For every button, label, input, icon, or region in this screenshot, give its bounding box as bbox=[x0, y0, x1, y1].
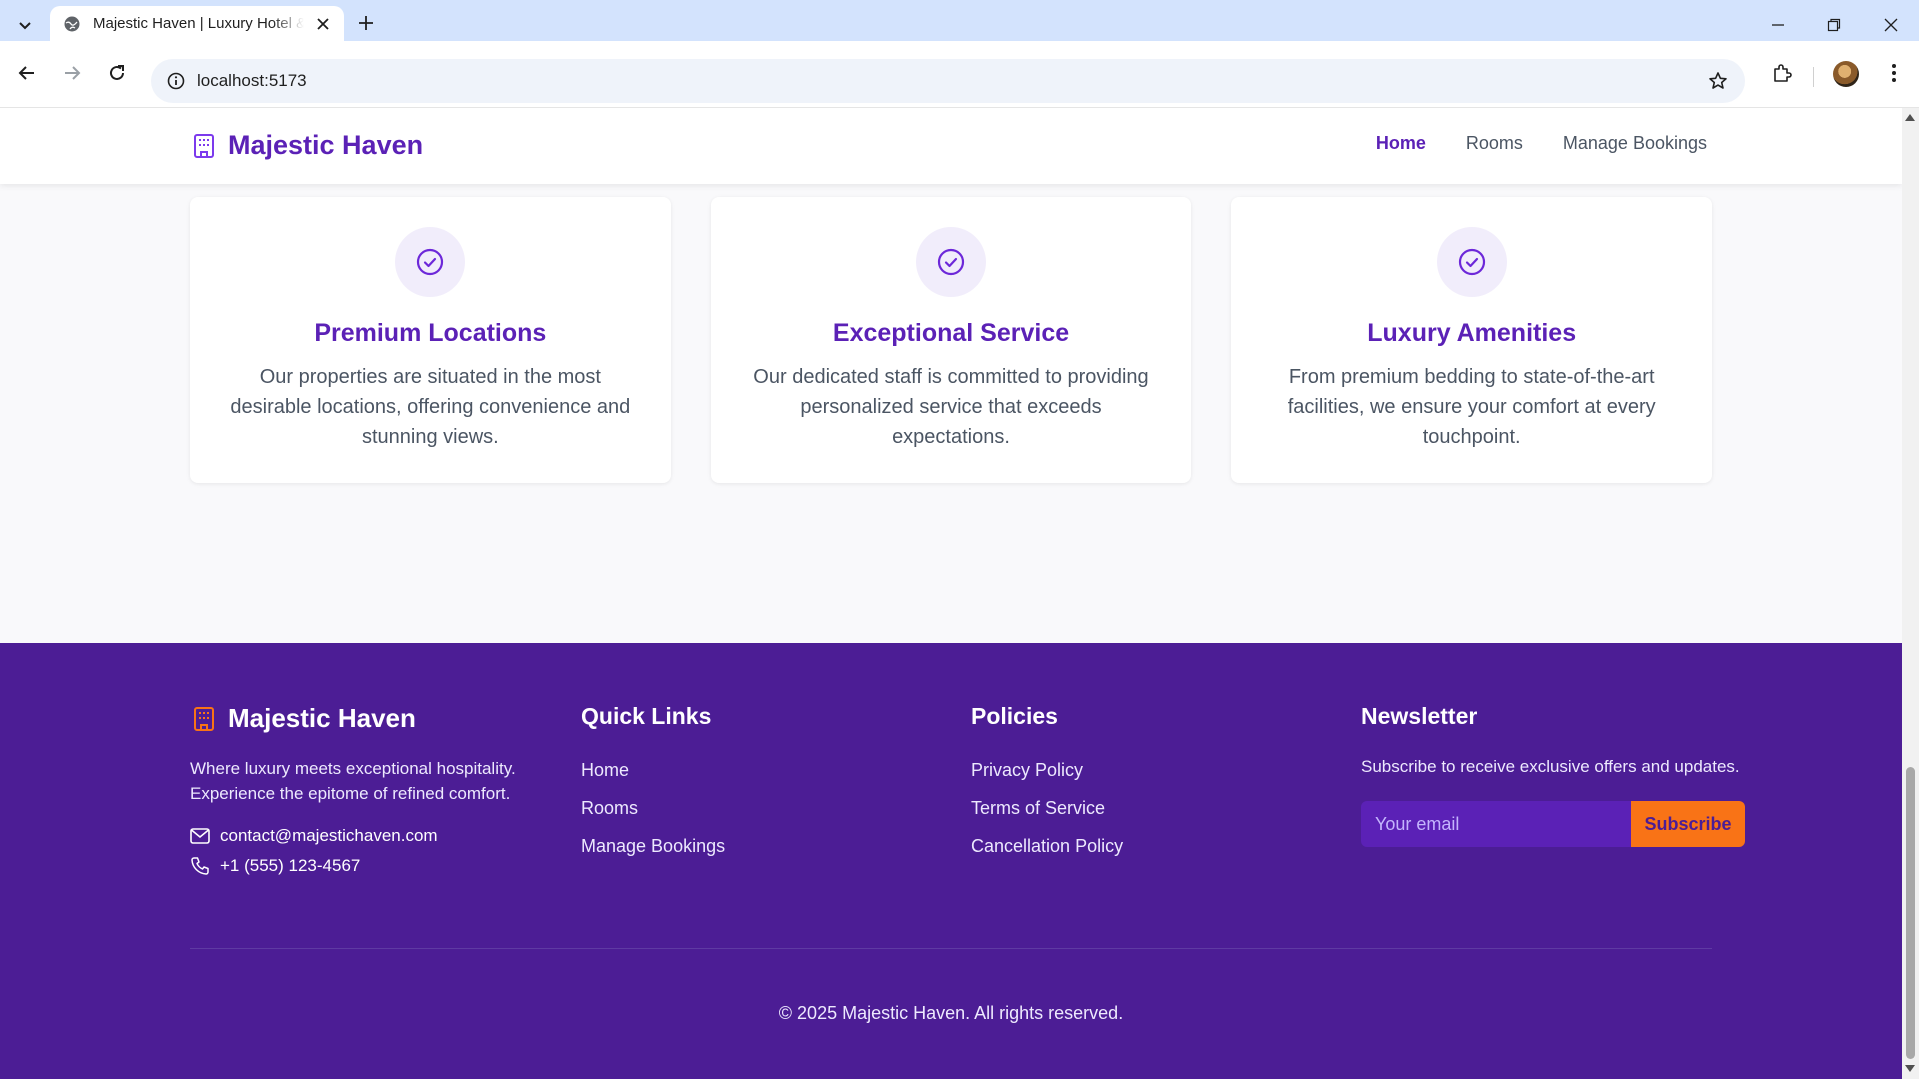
check-circle-icon bbox=[395, 227, 466, 297]
check-circle-icon bbox=[916, 227, 986, 297]
restore-icon[interactable] bbox=[1814, 8, 1854, 42]
toolbar-divider bbox=[1813, 67, 1814, 87]
feature-card: Exceptional Service Our dedicated staff … bbox=[710, 197, 1192, 483]
footer-divider bbox=[190, 948, 1712, 949]
tab-search-button[interactable] bbox=[8, 8, 42, 42]
copyright-text: © 2025 Majestic Haven. All rights reserv… bbox=[778, 1003, 1124, 1023]
brand-logo[interactable]: Majestic Haven bbox=[190, 130, 423, 161]
close-tab-icon[interactable] bbox=[312, 13, 334, 35]
chevron-down-icon bbox=[19, 22, 31, 30]
hotel-building-icon bbox=[194, 133, 214, 158]
profile-avatar[interactable] bbox=[1833, 61, 1859, 87]
newsletter-email-input[interactable] bbox=[1361, 801, 1631, 847]
feature-title: Exceptional Service bbox=[832, 319, 1070, 347]
more-menu-icon[interactable] bbox=[1879, 58, 1909, 88]
feature-text: Our properties are situated in the most … bbox=[230, 366, 631, 448]
nav-home[interactable]: Home bbox=[1376, 133, 1426, 154]
site-footer: Majestic Haven Where luxury meets except… bbox=[0, 643, 1902, 1079]
scrollbar-thumb[interactable] bbox=[1906, 767, 1915, 1059]
footer-newsletter-column: Newsletter Subscribe to receive exclusiv… bbox=[1361, 703, 1745, 847]
browser-tab[interactable]: Majestic Haven | Luxury Hotel & Resort bbox=[50, 6, 344, 41]
footer-quick-links-column: Quick Links Home Rooms Manage Bookings bbox=[581, 703, 725, 874]
feature-text: From premium bedding to state-of-the-art… bbox=[1287, 366, 1656, 448]
globe-icon bbox=[64, 16, 80, 31]
extensions-icon[interactable] bbox=[1767, 58, 1797, 88]
browser-toolbar: localhost:5173 bbox=[0, 41, 1919, 108]
address-bar[interactable]: localhost:5173 bbox=[151, 59, 1745, 103]
site-header: Majestic Haven Home Rooms Manage Booking… bbox=[0, 108, 1902, 184]
phone-icon bbox=[191, 857, 209, 875]
footer-email-text: contact@majestichaven.com bbox=[220, 826, 438, 845]
back-icon[interactable] bbox=[12, 58, 42, 88]
footer-link-privacy-policy[interactable]: Privacy Policy bbox=[971, 760, 1123, 781]
mail-icon bbox=[190, 828, 210, 844]
hotel-building-icon bbox=[194, 706, 214, 731]
main-nav: Home Rooms Manage Bookings bbox=[1376, 133, 1707, 154]
feature-card: Luxury Amenities From premium bedding to… bbox=[1231, 197, 1713, 483]
footer-link-manage-bookings[interactable]: Manage Bookings bbox=[581, 836, 725, 857]
scroll-up-arrow-icon[interactable] bbox=[1905, 114, 1915, 121]
feature-title: Luxury Amenities bbox=[1367, 319, 1577, 347]
footer-link-cancellation-policy[interactable]: Cancellation Policy bbox=[971, 836, 1123, 857]
feature-card: Premium Locations Our properties are sit… bbox=[190, 197, 671, 483]
newsletter-text: Subscribe to receive exclusive offers an… bbox=[1361, 757, 1740, 776]
site-info-icon[interactable] bbox=[165, 70, 187, 92]
check-circle-icon bbox=[1436, 227, 1507, 297]
reload-icon[interactable] bbox=[102, 58, 132, 88]
footer-link-home[interactable]: Home bbox=[581, 760, 725, 781]
newsletter-form: Subscribe bbox=[1361, 801, 1745, 847]
footer-link-rooms[interactable]: Rooms bbox=[581, 798, 725, 819]
tab-strip: Majestic Haven | Luxury Hotel & Resort bbox=[0, 0, 1919, 41]
brand-name: Majestic Haven bbox=[228, 130, 424, 160]
scroll-down-arrow-icon[interactable] bbox=[1905, 1065, 1915, 1072]
minimize-icon[interactable] bbox=[1758, 8, 1798, 42]
nav-rooms[interactable]: Rooms bbox=[1466, 133, 1523, 154]
new-tab-icon[interactable] bbox=[354, 11, 378, 35]
footer-brand-name: Majestic Haven bbox=[228, 703, 416, 733]
feature-title: Premium Locations bbox=[314, 319, 547, 347]
footer-phone[interactable]: +1 (555) 123-4567 bbox=[190, 856, 520, 876]
tab-title: Majestic Haven | Luxury Hotel & Resort bbox=[93, 15, 304, 32]
newsletter-heading: Newsletter bbox=[1361, 703, 1478, 729]
page-scrollbar[interactable] bbox=[1902, 108, 1919, 1079]
footer-phone-text: +1 (555) 123-4567 bbox=[220, 856, 361, 875]
bookmark-star-icon[interactable] bbox=[1707, 70, 1729, 92]
footer-about-text: Where luxury meets exceptional hospitali… bbox=[190, 759, 516, 803]
close-window-icon[interactable] bbox=[1871, 8, 1911, 42]
footer-about-column: Majestic Haven Where luxury meets except… bbox=[190, 703, 520, 876]
url-text[interactable]: localhost:5173 bbox=[197, 71, 307, 91]
quick-links-heading: Quick Links bbox=[581, 703, 712, 729]
forward-icon[interactable] bbox=[57, 58, 87, 88]
nav-manage-bookings[interactable]: Manage Bookings bbox=[1563, 133, 1707, 154]
subscribe-button[interactable]: Subscribe bbox=[1631, 801, 1745, 847]
feature-text: Our dedicated staff is committed to prov… bbox=[753, 366, 1149, 448]
footer-email[interactable]: contact@majestichaven.com bbox=[190, 826, 520, 846]
footer-policies-column: Policies Privacy Policy Terms of Service… bbox=[971, 703, 1123, 874]
page-viewport: Majestic Haven Home Rooms Manage Booking… bbox=[0, 108, 1902, 1079]
footer-link-terms-of-service[interactable]: Terms of Service bbox=[971, 798, 1123, 819]
policies-heading: Policies bbox=[971, 703, 1058, 729]
features-section: Premium Locations Our properties are sit… bbox=[190, 197, 1713, 483]
footer-brand[interactable]: Majestic Haven bbox=[190, 703, 520, 734]
